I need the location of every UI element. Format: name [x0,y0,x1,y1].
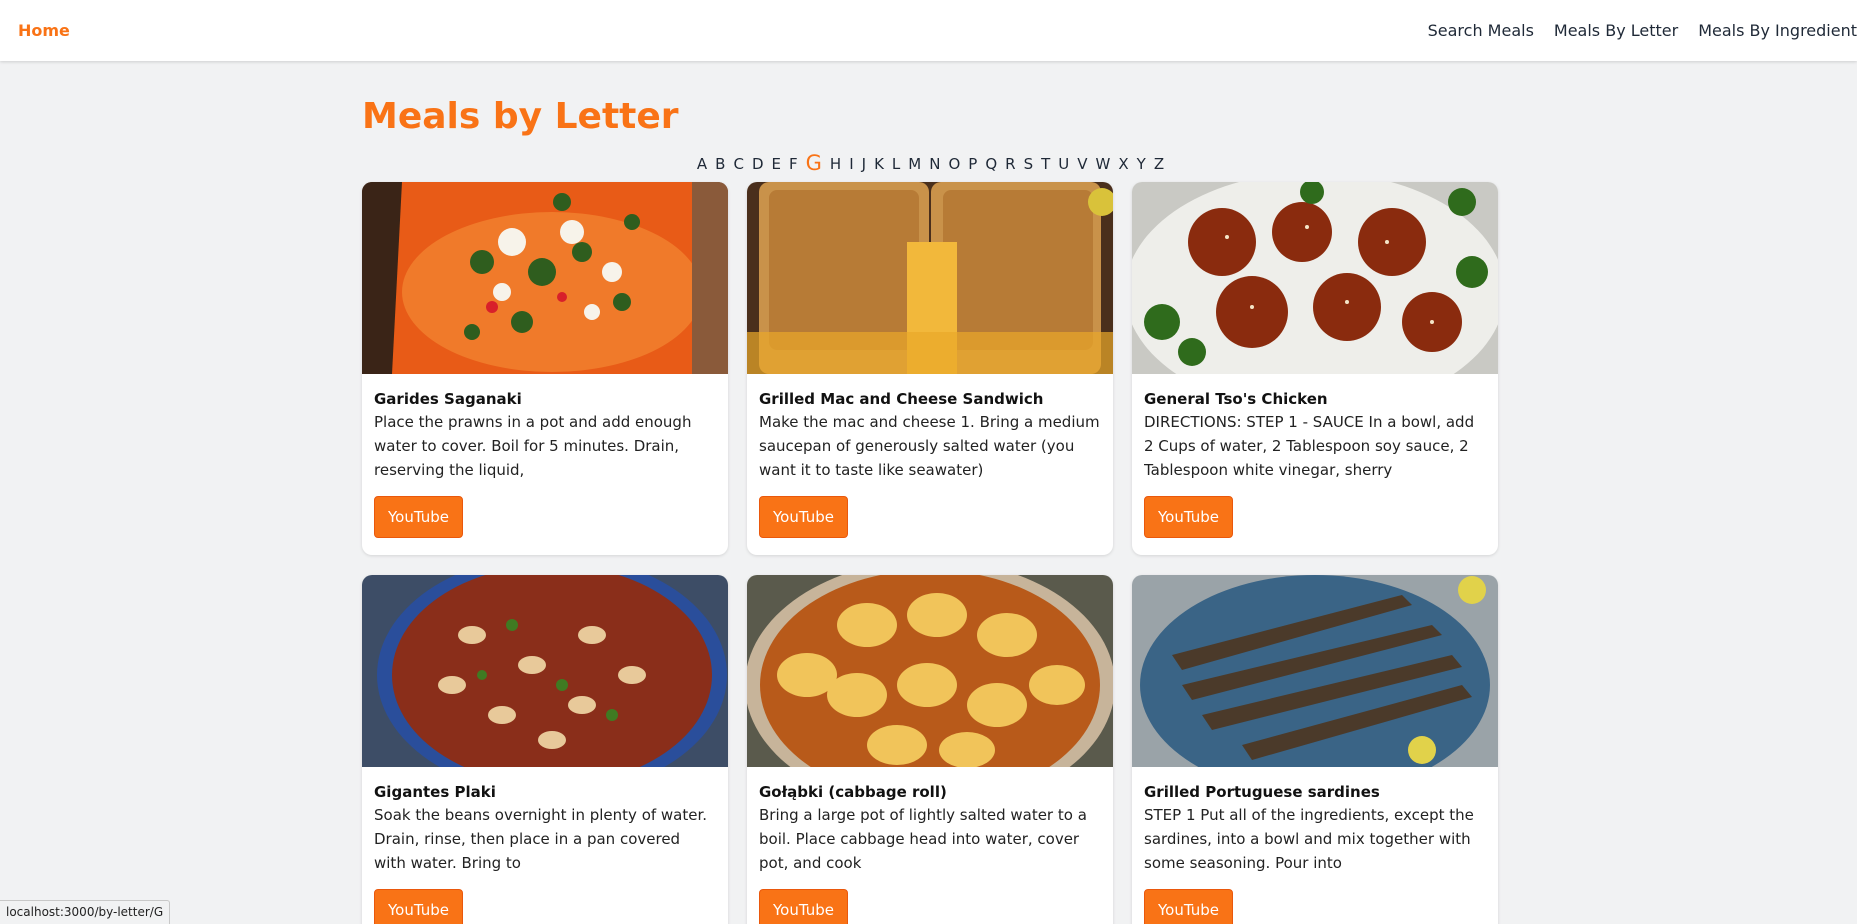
main-content: Meals by Letter ABCDEFGHIJKLMNOPQRSTUVWX… [362,61,1499,924]
meal-card: Gigantes Plaki Soak the beans overnight … [362,575,728,924]
letter-link-b[interactable]: B [715,154,725,174]
letter-link-e[interactable]: E [772,154,781,174]
letter-link-n[interactable]: N [929,154,940,174]
letter-link-h[interactable]: H [830,154,841,174]
youtube-button[interactable]: YouTube [374,889,463,924]
letter-link-l[interactable]: L [892,154,900,174]
youtube-button[interactable]: YouTube [1144,889,1233,924]
letter-link-z[interactable]: Z [1154,154,1164,174]
meal-grid: Garides Saganaki Place the prawns in a p… [362,182,1499,924]
page-title: Meals by Letter [362,96,679,137]
meal-card: General Tso's Chicken DIRECTIONS: STEP 1… [1132,182,1498,556]
letter-link-q[interactable]: Q [985,154,997,174]
letter-link-f[interactable]: F [789,154,798,174]
letter-filter: ABCDEFGHIJKLMNOPQRSTUVWXYZ [362,146,1499,174]
meal-title: Grilled Mac and Cheese Sandwich [759,390,1044,409]
meal-description: DIRECTIONS: STEP 1 - SAUCE In a bowl, ad… [1144,413,1475,480]
letter-link-x[interactable]: X [1118,154,1128,174]
top-navbar: Home Search Meals Meals By Letter Meals … [0,0,1857,61]
meal-card: Grilled Mac and Cheese Sandwich Make the… [747,182,1113,556]
letter-link-v[interactable]: V [1077,154,1087,174]
browser-status-bar: localhost:3000/by-letter/G [0,900,171,924]
meal-image-golabki[interactable] [747,575,1113,768]
meal-title: Gołąbki (cabbage roll) [759,783,947,802]
letter-link-w[interactable]: W [1096,154,1111,174]
letter-link-o[interactable]: O [948,154,960,174]
youtube-button[interactable]: YouTube [374,496,463,539]
meal-card: Garides Saganaki Place the prawns in a p… [362,182,728,556]
letter-link-d[interactable]: D [752,154,764,174]
letter-link-u[interactable]: U [1058,154,1069,174]
meal-image-grilled-sardines[interactable] [1132,575,1498,768]
letter-link-j[interactable]: J [862,154,866,174]
meal-image-gigantes-plaki[interactable] [362,575,728,768]
letter-link-s[interactable]: S [1024,154,1034,174]
meal-description: STEP 1 Put all of the ingredients, excep… [1144,806,1474,873]
meal-title: Garides Saganaki [374,390,522,409]
meal-title: Gigantes Plaki [374,783,496,802]
nav-meals-by-letter[interactable]: Meals By Letter [1554,21,1678,40]
youtube-button[interactable]: YouTube [759,889,848,924]
letter-link-i[interactable]: I [849,154,853,174]
nav-meals-by-ingredient[interactable]: Meals By Ingredient [1698,21,1857,40]
youtube-button[interactable]: YouTube [759,496,848,539]
meal-image-garides-saganaki[interactable] [362,182,728,375]
meal-card: Gołąbki (cabbage roll) Bring a large pot… [747,575,1113,924]
nav-search-meals[interactable]: Search Meals [1428,21,1534,40]
letter-link-k[interactable]: K [874,154,884,174]
meal-description: Soak the beans overnight in plenty of wa… [374,806,708,873]
letter-link-g[interactable]: G [806,152,822,174]
letter-link-a[interactable]: A [697,154,707,174]
meal-description: Place the prawns in a pot and add enough… [374,413,692,480]
letter-link-y[interactable]: Y [1137,154,1146,174]
top-nav: Search Meals Meals By Letter Meals By In… [1428,21,1857,40]
home-link[interactable]: Home [18,21,70,40]
letter-link-m[interactable]: M [908,154,921,174]
letter-link-c[interactable]: C [733,154,743,174]
meal-image-general-tsos-chicken[interactable] [1132,182,1498,375]
meal-description: Make the mac and cheese 1. Bring a mediu… [759,413,1100,480]
meal-description: Bring a large pot of lightly salted wate… [759,806,1087,873]
meal-title: General Tso's Chicken [1144,390,1328,409]
letter-link-r[interactable]: R [1005,154,1015,174]
letter-link-p[interactable]: P [968,154,977,174]
meal-title: Grilled Portuguese sardines [1144,783,1380,802]
letter-link-t[interactable]: T [1041,154,1050,174]
meal-image-grilled-mac-and-cheese[interactable] [747,182,1113,375]
youtube-button[interactable]: YouTube [1144,496,1233,539]
meal-card: Grilled Portuguese sardines STEP 1 Put a… [1132,575,1498,924]
